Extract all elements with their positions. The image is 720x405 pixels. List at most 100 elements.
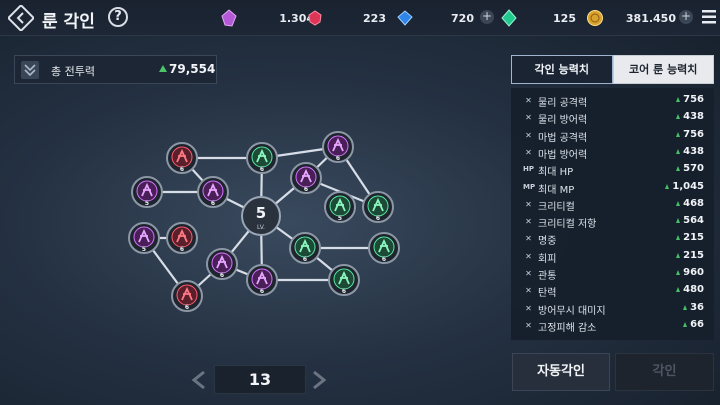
stat-row: MP 최대 MP 1,045	[511, 179, 714, 196]
stat-value: 960	[683, 267, 704, 278]
rune-node-purple[interactable]: 6	[246, 264, 278, 296]
stat-row: ✕ 회피 215	[511, 248, 714, 265]
crossed-swords-icon: ✕	[525, 96, 532, 105]
crossed-swords-icon: ✕	[525, 199, 532, 209]
stat-name: 최대 MP	[538, 184, 575, 196]
crossed-swords-icon: ✕	[525, 269, 532, 278]
stat-name: 물리 방어력	[538, 115, 588, 127]
rune-node-green[interactable]: 6	[246, 142, 278, 174]
stat-row: ✕ 고정피해 감소 66	[511, 317, 714, 334]
rune-node-red[interactable]: 6	[166, 142, 198, 174]
rune-node-green[interactable]: 6	[362, 191, 394, 223]
rune-node-green[interactable]: 6	[368, 232, 400, 264]
stat-value: 1,045	[672, 180, 704, 192]
up-arrow-icon	[676, 97, 681, 102]
up-arrow-icon	[676, 252, 681, 258]
crossed-swords-icon: ✕	[525, 251, 532, 261]
rune-node-green[interactable]: 6	[328, 264, 360, 296]
stat-name: 관통	[538, 271, 557, 282]
stat-row: ✕ 크리티컬 저항 564	[511, 213, 714, 230]
rune-node-level: 6	[180, 166, 184, 173]
rune-node-green[interactable]: 5	[324, 191, 356, 223]
stat-row: ✕ 물리 방어력 438	[511, 109, 714, 126]
stat-value: 756	[683, 94, 704, 105]
stat-row: ✕ 탄력 480	[511, 282, 714, 299]
rune-node-purple[interactable]: 6	[206, 248, 238, 280]
rune-node-purple[interactable]: 5	[131, 176, 163, 208]
rune-node-purple[interactable]: 6	[197, 176, 229, 208]
rune-node-green[interactable]: 6	[289, 232, 321, 264]
engrave-button[interactable]: 각인	[615, 353, 714, 391]
auto-engrave-button[interactable]: 자동각인	[512, 353, 610, 391]
stat-value: 66	[690, 318, 704, 330]
rune-node-level: 5	[142, 246, 146, 253]
stat-name: 최대 HP	[538, 167, 574, 179]
rune-node-level: 6	[211, 200, 215, 207]
rune-node-level: 6	[336, 155, 340, 162]
rune-node-level: 6	[220, 272, 224, 279]
stat-value: 756	[683, 128, 704, 140]
stat-row: ✕ 크리티컬 468	[511, 196, 714, 213]
tab-engrave-stats[interactable]: 각인 능력치	[511, 55, 613, 84]
rune-node-level: 6	[342, 288, 346, 295]
rune-node-red[interactable]: 6	[166, 222, 198, 254]
rune-node-level: 5	[145, 200, 149, 207]
stat-value: 564	[683, 215, 704, 227]
stat-name: 회피	[538, 253, 557, 265]
stat-value: 438	[683, 111, 704, 123]
hp-icon: HP	[523, 165, 534, 174]
stat-name: 크리티컬	[538, 201, 575, 213]
rune-node-level: 6	[180, 246, 184, 253]
rune-node-level: 5	[338, 215, 342, 222]
stat-row: ✕ 명중 215	[511, 230, 714, 247]
up-arrow-icon	[676, 166, 681, 172]
rune-node-level: 6	[376, 215, 380, 222]
rune-node-purple[interactable]: 6	[322, 131, 354, 163]
up-arrow-icon	[683, 321, 688, 327]
stat-value: 36	[690, 301, 704, 313]
center-rune-core[interactable]: 5 LV.	[241, 196, 281, 236]
stat-name: 명중	[538, 236, 557, 248]
up-arrow-icon	[676, 218, 681, 224]
stat-row: ✕ 마법 방어력 438	[511, 144, 714, 161]
stat-value: 215	[683, 232, 704, 244]
up-arrow-icon	[676, 131, 681, 137]
up-arrow-icon	[676, 287, 681, 293]
crossed-swords-icon: ✕	[525, 286, 532, 296]
stat-name: 방어무시 대미지	[538, 305, 606, 317]
page-number: 13	[214, 365, 306, 394]
rune-node-level: 6	[303, 256, 307, 263]
rune-node-level: 6	[260, 166, 264, 173]
prev-page-arrow-icon[interactable]	[190, 370, 208, 390]
stat-name: 마법 공격력	[538, 132, 588, 144]
stat-value: 438	[683, 145, 704, 157]
up-arrow-icon	[676, 148, 681, 154]
crossed-swords-icon: ✕	[525, 234, 532, 244]
next-page-arrow-icon[interactable]	[310, 370, 328, 390]
crossed-swords-icon: ✕	[525, 217, 532, 227]
rune-node-level: 6	[260, 288, 264, 295]
stat-row: ✕ 관통 960	[511, 265, 714, 282]
tab-core-rune-stats[interactable]: 코어 룬 능력치	[612, 55, 714, 84]
shield-icon: ✕	[525, 113, 532, 123]
rune-node-purple[interactable]: 6	[290, 162, 322, 194]
up-arrow-icon	[665, 183, 670, 189]
stat-value: 570	[683, 163, 704, 175]
crossed-swords-icon: ✕	[525, 320, 532, 330]
up-arrow-icon	[676, 235, 681, 241]
up-arrow-icon	[676, 114, 681, 120]
stat-name: 마법 방어력	[538, 149, 588, 161]
center-level: 5	[256, 204, 266, 222]
stat-name: 탄력	[538, 288, 557, 300]
rune-node-level: 6	[382, 256, 386, 263]
stat-row: ✕ 방어무시 대미지 36	[511, 300, 714, 317]
center-level-label: LV.	[257, 224, 265, 231]
crossed-swords-icon: ✕	[525, 303, 532, 313]
rune-node-level: 6	[304, 186, 308, 193]
up-arrow-icon	[676, 270, 681, 275]
rune-node-purple[interactable]: 5	[128, 222, 160, 254]
up-arrow-icon	[683, 304, 688, 310]
stat-name: 크리티컬 저항	[538, 219, 597, 231]
mp-icon: MP	[523, 182, 536, 191]
rune-node-red[interactable]: 6	[171, 280, 203, 312]
